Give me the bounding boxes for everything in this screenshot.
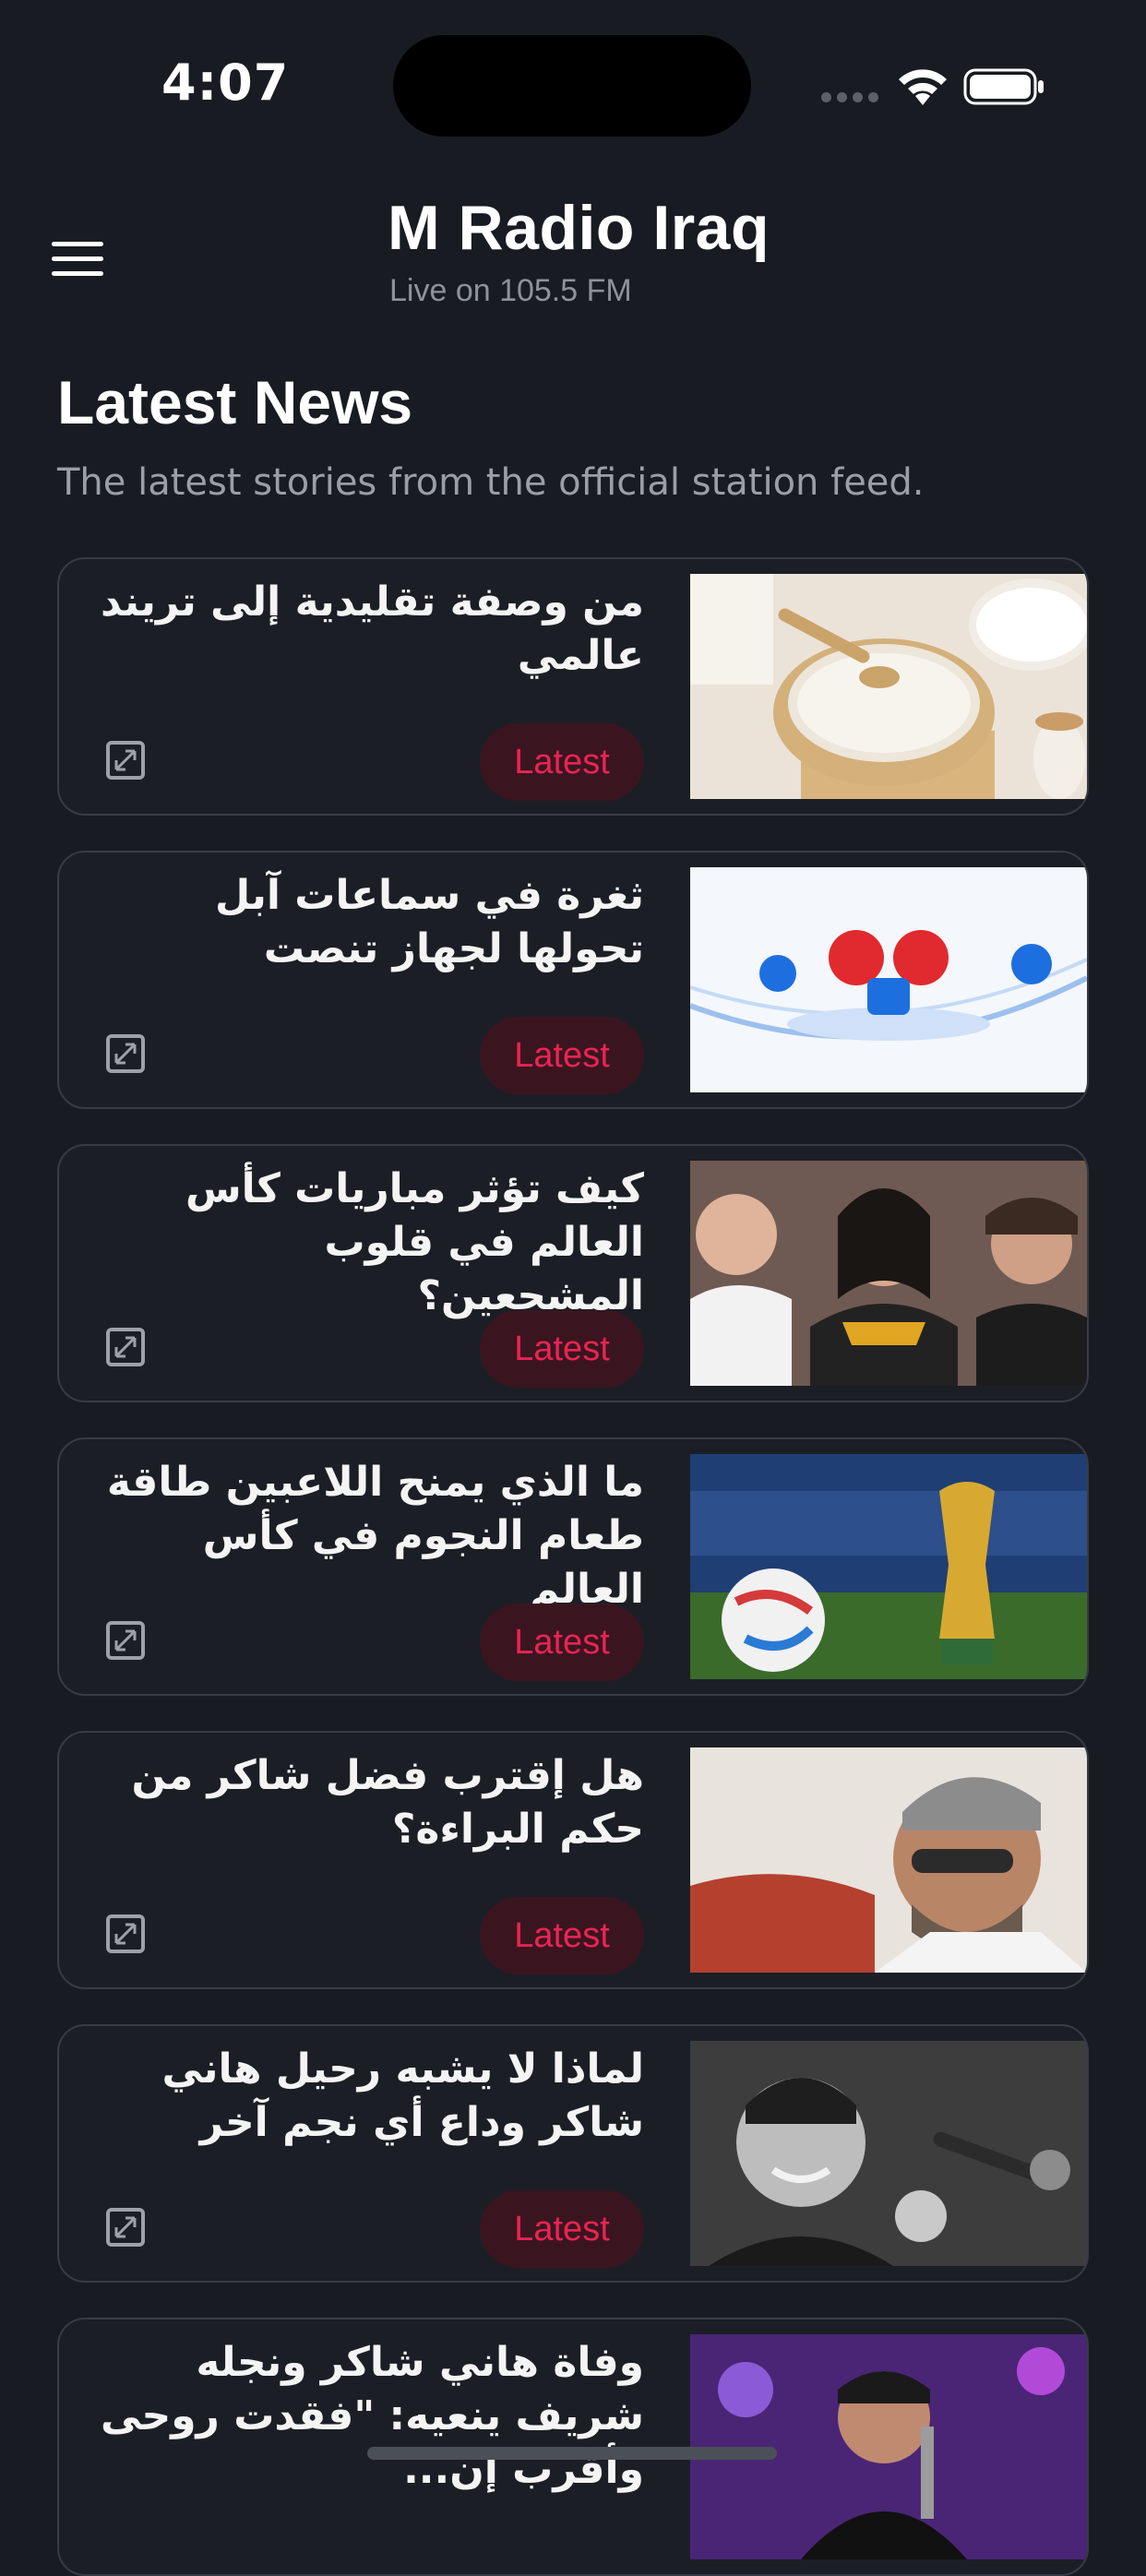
section-description: The latest stories from the official sta… [57,461,925,504]
latest-badge: Latest [480,1897,644,1974]
news-card[interactable]: هل إقترب فضل شاكر من حكم البراءة؟ Latest [57,1731,1089,1989]
news-thumbnail-singer-portrait [690,1747,1087,1973]
news-thumbnail-rice-bowl [690,574,1087,799]
latest-badge: Latest [480,723,644,801]
latest-badge: Latest [480,1310,644,1388]
open-external-icon[interactable] [105,1327,146,1367]
open-external-icon[interactable] [105,1620,146,1661]
open-external-icon[interactable] [105,1914,146,1954]
cellular-signal-icon [821,92,878,102]
latest-badge: Latest [480,2190,644,2268]
section-title: Latest News [57,368,413,436]
app-title: M Radio Iraq [388,193,770,263]
latest-badge: Latest [480,1017,644,1094]
dynamic-island [393,35,751,137]
home-indicator[interactable] [367,2447,777,2460]
news-title: وفاة هاني شاكر ونجله شريف ينعيه: "فقدت ر… [100,2339,644,2493]
news-title: ثغرة في سماعات آبل تحولها لجهاز تنصت [215,872,644,972]
latest-badge: Latest [480,1604,644,1681]
app-subtitle: Live on 105.5 FM [389,273,632,308]
menu-icon[interactable] [52,233,107,279]
news-card[interactable]: ما الذي يمنح اللاعبين طاقة طعام النجوم ف… [57,1437,1089,1696]
open-external-icon[interactable] [105,2207,146,2248]
news-thumbnail-singer-microphone [690,2041,1087,2266]
news-title: كيف تؤثر مباريات كأس العالم في قلوب المش… [185,1165,644,1319]
news-title: من وصفة تقليدية إلى تريند عالمي [101,578,644,679]
news-thumbnail-world-cup-trophy [690,1454,1087,1679]
news-card[interactable]: ثغرة في سماعات آبل تحولها لجهاز تنصت Lat… [57,851,1089,1109]
news-title: هل إقترب فضل شاكر من حكم البراءة؟ [131,1752,644,1853]
wifi-icon [899,69,947,105]
news-card[interactable]: لماذا لا يشبه رحيل هاني شاكر وداع أي نجم… [57,2024,1089,2283]
news-thumbnail-apple-beats [690,867,1087,1092]
open-external-icon[interactable] [105,740,146,781]
status-bar: 4:07 [0,0,1146,166]
status-time: 4:07 [161,54,290,112]
open-external-icon[interactable] [105,1033,146,1074]
app-header: M Radio Iraq Live on 105.5 FM [0,166,1146,332]
news-thumbnail-football-fans [690,1161,1087,1386]
news-card[interactable]: من وصفة تقليدية إلى تريند عالمي Latest [57,557,1089,816]
battery-icon [963,68,1044,105]
news-card[interactable]: كيف تؤثر مباريات كأس العالم في قلوب المش… [57,1144,1089,1402]
news-title: لماذا لا يشبه رحيل هاني شاكر وداع أي نجم… [161,2045,644,2146]
news-title: ما الذي يمنح اللاعبين طاقة طعام النجوم ف… [106,1459,644,1613]
